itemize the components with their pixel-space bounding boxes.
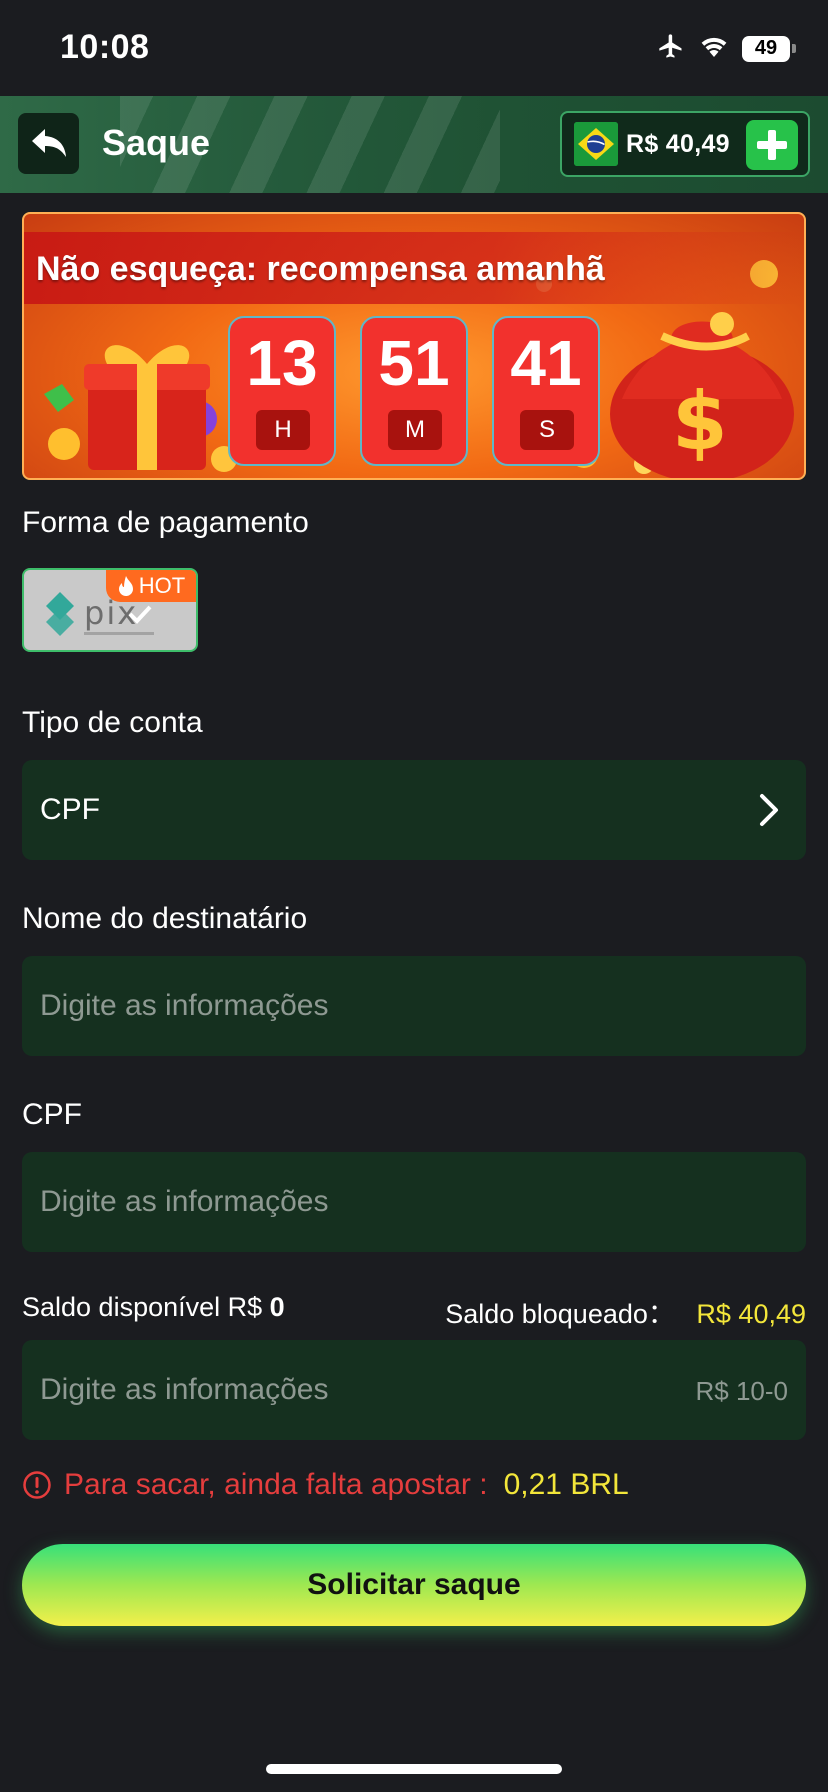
banner-title: Não esqueça: recompensa amanhã — [36, 250, 605, 288]
account-type-select[interactable]: CPF — [22, 760, 806, 860]
cpf-input[interactable]: Digite as informações — [22, 1152, 806, 1252]
deposit-add-button[interactable] — [746, 120, 798, 170]
payment-method-pix[interactable]: pix HOT — [22, 568, 198, 652]
timer-seconds-value: 41 — [510, 327, 582, 399]
blocked-balance-label: Saldo bloqueado： — [445, 1299, 675, 1329]
fire-icon — [118, 576, 133, 596]
home-indicator — [266, 1764, 562, 1774]
brazil-flag-icon — [574, 122, 618, 166]
timer-hours-unit: H — [256, 410, 310, 450]
timer-hours: 13 H — [228, 316, 336, 466]
hot-badge-label: HOT — [138, 573, 186, 598]
battery-icon: 49 — [742, 35, 796, 62]
timer-minutes-unit: M — [388, 410, 442, 450]
recipient-name-label: Nome do destinatário — [22, 902, 308, 935]
wager-warning: Para sacar, ainda falta apostar : 0,21 B… — [22, 1468, 629, 1502]
plus-icon — [757, 130, 787, 160]
back-button[interactable] — [18, 113, 79, 174]
back-arrow-icon — [31, 128, 66, 157]
balance-amount: R$ 40,49 — [626, 129, 730, 158]
wager-warning-value: 0,21 BRL — [503, 1468, 629, 1501]
wifi-icon — [698, 33, 730, 64]
account-type-label: Tipo de conta — [22, 706, 203, 739]
timer-minutes-value: 51 — [378, 327, 450, 399]
svg-text:$: $ — [672, 375, 728, 468]
timer-minutes: 51 M — [360, 316, 468, 466]
status-bar: 10:08 49 — [0, 0, 828, 96]
blocked-balance-value: R$ 40,49 — [696, 1299, 806, 1329]
withdraw-amount-input[interactable]: Digite as informações R$ 10-0 — [22, 1340, 806, 1440]
withdraw-amount-range: R$ 10-0 — [695, 1376, 789, 1406]
request-withdraw-button[interactable]: Solicitar saque — [22, 1544, 806, 1626]
page-title: Saque — [102, 122, 211, 163]
recipient-name-placeholder: Digite as informações — [40, 989, 329, 1022]
wager-warning-text: Para sacar, ainda falta apostar : — [64, 1468, 488, 1501]
status-time: 10:08 — [60, 28, 150, 66]
account-type-value: CPF — [40, 793, 100, 826]
hot-badge: HOT — [106, 570, 196, 602]
chevron-right-icon — [760, 794, 778, 826]
timer-hours-value: 13 — [246, 327, 318, 399]
withdraw-amount-placeholder: Digite as informações — [40, 1373, 329, 1406]
blocked-balance: Saldo bloqueado： R$ 40,49 — [445, 1292, 806, 1331]
timer-seconds: 41 S — [492, 316, 600, 466]
cpf-label: CPF — [22, 1098, 82, 1131]
payment-method-label: Forma de pagamento — [22, 506, 309, 539]
recipient-name-input[interactable]: Digite as informações — [22, 956, 806, 1056]
alert-circle-icon — [23, 1471, 51, 1499]
available-balance: Saldo disponível R$ 0 — [22, 1292, 285, 1323]
header: Saque R$ 40,49 — [0, 96, 828, 193]
cpf-placeholder: Digite as informações — [40, 1185, 329, 1218]
available-balance-label: Saldo disponível R$ — [22, 1292, 263, 1322]
balance-display: R$ 40,49 — [560, 111, 810, 177]
gift-box-icon — [82, 324, 212, 474]
timer-seconds-unit: S — [520, 410, 574, 450]
reward-countdown-banner[interactable]: $ Não esqueça: recompensa amanhã 13 H 51… — [22, 212, 806, 480]
status-icons: 49 — [656, 32, 796, 65]
money-bag-icon: $ — [602, 274, 802, 478]
available-balance-value: 0 — [269, 1292, 285, 1322]
airplane-icon — [656, 32, 686, 65]
battery-level: 49 — [742, 35, 790, 62]
